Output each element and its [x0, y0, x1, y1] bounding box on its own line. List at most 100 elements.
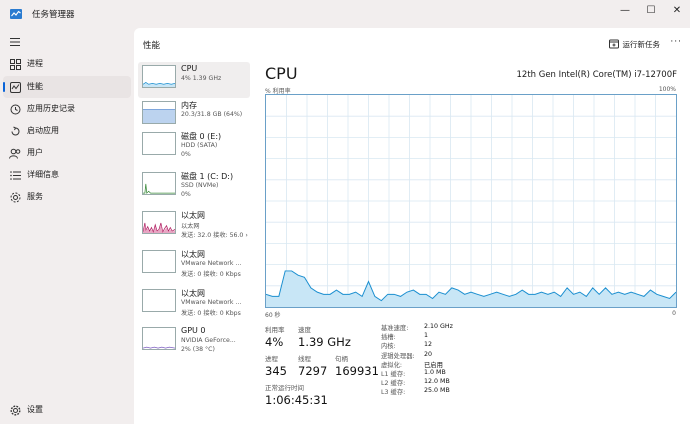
device-detail: 20.3/31.8 GB (64%)	[181, 111, 243, 118]
device-vmware-net-2[interactable]: 以太网 VMware Network ... 发送: 0 接收: 0 Kbps	[138, 286, 250, 322]
stat-label: 进程	[265, 355, 278, 363]
stat-processes: 进程 345	[265, 353, 287, 378]
sidebar-item-performance[interactable]: 性能	[3, 76, 131, 98]
device-name: 磁盘 1 (C: D:)	[181, 172, 234, 181]
task-manager-app-icon	[10, 9, 22, 19]
spec-label: 基准速度:	[381, 325, 409, 332]
device-cpu[interactable]: CPU 4% 1.39 GHz	[138, 62, 250, 98]
run-task-icon	[608, 39, 619, 49]
spec-label: 逻辑处理器:	[381, 352, 415, 360]
device-thumbnail-graph	[142, 289, 176, 312]
device-name: 以太网	[181, 211, 205, 220]
spec-label: L1 缓存:	[381, 370, 406, 378]
device-thumbnail-graph	[142, 132, 176, 155]
sidebar-item-label: 应用历史记录	[27, 104, 75, 113]
sidebar-item-services[interactable]: 服务	[3, 186, 131, 208]
device-detail: 4% 1.39 GHz	[181, 75, 222, 82]
window-title: 任务管理器	[32, 10, 75, 20]
device-detail: VMware Network ...	[181, 260, 242, 267]
device-disk-0[interactable]: 磁盘 0 (E:) HDD (SATA) 0%	[138, 129, 250, 165]
device-vmware-net-1[interactable]: 以太网 VMware Network ... 发送: 0 接收: 0 Kbps	[138, 247, 250, 283]
cpu-model-name: 12th Gen Intel(R) Core(TM) i7-12700F	[516, 70, 678, 80]
device-detail-secondary: 发送: 0 接收: 0 Kbps	[181, 310, 241, 317]
sidebar-item-app-history[interactable]: 应用历史记录	[3, 98, 131, 120]
device-thumbnail-graph	[142, 211, 176, 234]
spec-value: 已启用	[424, 361, 443, 369]
stat-value: 169931	[335, 364, 379, 378]
spec-value: 1	[424, 332, 429, 340]
cpu-specs-list: 基准速度: 2.10 GHz 插槽: 1 内核: 12 逻辑处理器: 20 虚拟化: 已启用 L1 …	[381, 323, 453, 397]
device-gpu-0[interactable]: GPU 0 NVIDIA GeForce... 2% (38 °C)	[138, 324, 250, 360]
spec-value: 20	[424, 350, 433, 358]
device-name: CPU	[181, 64, 198, 73]
device-detail: 以太网	[181, 223, 200, 230]
device-name: 以太网	[181, 289, 205, 298]
run-new-task-button[interactable]: 运行新任务	[608, 37, 661, 51]
stat-speed: 速度 1.39 GHz	[298, 324, 351, 349]
device-detail-secondary: 0%	[181, 191, 191, 198]
spec-row: L3 缓存: 25.0 MB	[381, 387, 453, 396]
device-detail: HDD (SATA)	[181, 142, 218, 149]
sidebar-item-label: 详细信息	[27, 170, 59, 179]
spec-row: L2 缓存: 12.0 MB	[381, 378, 453, 387]
device-detail-secondary: 发送: 0 接收: 0 Kbps	[181, 271, 241, 278]
close-button[interactable]: ✕	[661, 0, 690, 20]
spec-row: 插槽: 1	[381, 332, 453, 341]
graph-time-span-label: 60 秒	[265, 312, 281, 319]
device-name: 磁盘 0 (E:)	[181, 132, 222, 141]
stat-value: 345	[265, 364, 287, 378]
stat-value: 1.39 GHz	[298, 335, 351, 349]
stat-label: 句柄	[335, 355, 348, 363]
cpu-utilization-graph	[265, 94, 677, 308]
device-detail-secondary: 发送: 32.0 接收: 56.0 ›	[181, 232, 248, 239]
sidebar-item-settings[interactable]: 设置	[3, 399, 131, 421]
stat-label: 正常运行时间	[265, 384, 304, 392]
spec-row: 内核: 12	[381, 341, 453, 350]
stat-uptime: 正常运行时间 1:06:45:31	[265, 382, 328, 407]
device-thumbnail-graph	[142, 101, 176, 124]
hamburger-menu-icon[interactable]	[10, 38, 20, 46]
spec-row: 基准速度: 2.10 GHz	[381, 323, 453, 332]
cpu-heading: CPU	[265, 64, 298, 83]
page-title: 性能	[143, 41, 161, 51]
spec-label: 内核:	[381, 343, 396, 351]
spec-value: 25.0 MB	[424, 387, 450, 395]
sidebar-item-label: 设置	[27, 405, 43, 414]
stat-label: 利用率	[265, 326, 285, 334]
stat-utilization: 利用率 4%	[265, 324, 285, 349]
device-detail-secondary: 2% (38 °C)	[181, 346, 215, 353]
sidebar-item-label: 用户	[27, 148, 43, 157]
run-new-task-label: 运行新任务	[622, 39, 661, 49]
spec-row: 逻辑处理器: 20	[381, 351, 453, 360]
spec-row: 虚拟化: 已启用	[381, 360, 453, 369]
device-thumbnail-graph	[142, 327, 176, 350]
details-icon	[9, 169, 21, 181]
sidebar-item-label: 启动应用	[27, 126, 59, 135]
device-name: GPU 0	[181, 326, 206, 335]
users-icon	[9, 147, 21, 159]
stat-label: 速度	[298, 326, 311, 334]
device-name: 以太网	[181, 250, 205, 259]
more-options-button[interactable]: ···	[670, 37, 682, 47]
sidebar-item-label: 性能	[27, 82, 43, 91]
device-disk-1[interactable]: 磁盘 1 (C: D:) SSD (NVMe) 0%	[138, 169, 250, 205]
device-thumbnail-graph	[142, 65, 176, 88]
sidebar-item-details[interactable]: 详细信息	[3, 164, 131, 186]
device-thumbnail-graph	[142, 250, 176, 273]
spec-label: 虚拟化:	[381, 361, 403, 369]
spec-label: L3 缓存:	[381, 389, 406, 397]
device-detail: NVIDIA GeForce...	[181, 337, 236, 344]
stat-threads: 线程 7297	[298, 353, 327, 378]
spec-value: 1.0 MB	[424, 368, 446, 376]
device-ethernet[interactable]: 以太网 以太网 发送: 32.0 接收: 56.0 ›	[138, 208, 250, 244]
performance-panel: 性能 运行新任务 ··· CPU 4% 1.39 GHz 内存 20.3/31.8 G…	[134, 28, 690, 424]
device-detail: SSD (NVMe)	[181, 182, 219, 189]
stat-value: 7297	[298, 364, 328, 378]
utilization-max-label: 100%	[658, 86, 676, 93]
spec-value: 12.0 MB	[424, 378, 450, 386]
sidebar-item-processes[interactable]: 进程	[3, 53, 131, 75]
spec-label: 插槽:	[381, 334, 396, 342]
sidebar-item-users[interactable]: 用户	[3, 142, 131, 164]
gear-icon	[9, 404, 21, 416]
sidebar-item-startup[interactable]: 启动应用	[3, 120, 131, 142]
